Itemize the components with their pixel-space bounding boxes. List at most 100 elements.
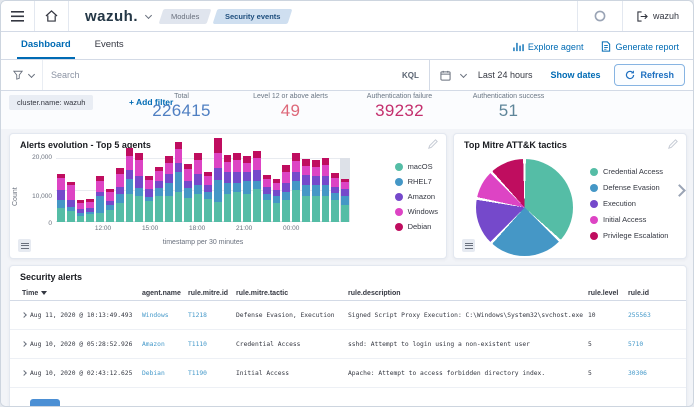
bar-column[interactable] <box>96 158 104 222</box>
col-rule-mitre-id[interactable]: rule.mitre.id <box>188 290 236 297</box>
menu-button[interactable] <box>1 1 35 31</box>
bar-column[interactable] <box>67 158 75 222</box>
bar-column[interactable] <box>214 158 222 222</box>
legend-item-initial-access[interactable]: Initial Access <box>590 215 668 224</box>
bar-column[interactable] <box>204 158 212 222</box>
stacked-bar <box>194 153 202 222</box>
bar-column[interactable] <box>341 158 349 222</box>
breadcrumb-security-events[interactable]: Security events <box>213 9 293 24</box>
time-range-value[interactable]: Last 24 hours <box>472 70 539 80</box>
legend-dot <box>590 232 598 240</box>
pagination-button[interactable] <box>30 399 60 407</box>
saved-query-menu-button[interactable] <box>1 60 43 90</box>
bar-column[interactable] <box>135 158 143 222</box>
expand-row-icon[interactable] <box>21 370 27 376</box>
legend-label: RHEL7 <box>408 177 432 186</box>
calendar-menu-button[interactable] <box>430 70 472 81</box>
bar-column[interactable] <box>282 158 290 222</box>
home-button[interactable] <box>35 1 69 31</box>
bar-column[interactable] <box>106 158 114 222</box>
logout-button[interactable]: wazuh <box>622 1 693 31</box>
stacked-bar <box>116 168 124 222</box>
bar-column[interactable] <box>86 158 94 222</box>
refresh-button[interactable]: Refresh <box>614 64 685 86</box>
col-rule-id[interactable]: rule.id <box>628 290 674 297</box>
expand-row-icon[interactable] <box>21 312 27 318</box>
mitre-id-link[interactable]: T1110 <box>188 341 236 348</box>
bar-column[interactable] <box>224 158 232 222</box>
pie-chart[interactable] <box>476 159 573 256</box>
col-rule-mitre-tactic[interactable]: rule.mitre.tactic <box>236 290 348 297</box>
bar-column[interactable] <box>322 158 330 222</box>
cell-level: 5 <box>588 370 628 377</box>
filter-pill-cluster-name[interactable]: cluster.name: wazuh <box>9 95 93 110</box>
breadcrumb-modules[interactable]: Modules <box>159 9 212 24</box>
bar-column[interactable] <box>116 158 124 222</box>
bar-column[interactable] <box>77 158 85 222</box>
search-row: KQL Last 24 hours Show dates Refresh <box>1 60 693 91</box>
bar-column[interactable] <box>57 158 65 222</box>
legend-item-defense-evasion[interactable]: Defense Evasion <box>590 183 668 192</box>
bar-column[interactable] <box>126 158 134 222</box>
bar-column[interactable] <box>165 158 173 222</box>
col-rule-level[interactable]: rule.level <box>588 290 628 297</box>
legend-item-windows[interactable]: Windows <box>395 207 438 216</box>
legend-item-privilege-escalation[interactable]: Privilege Escalation <box>590 231 668 240</box>
col-agent-name[interactable]: agent.name <box>142 290 188 297</box>
next-panel-arrow-icon[interactable] <box>673 184 686 197</box>
expand-row-icon[interactable] <box>21 341 27 347</box>
bar-column[interactable] <box>253 158 261 222</box>
bar-column[interactable] <box>312 158 320 222</box>
bar-column[interactable] <box>263 158 271 222</box>
rule-id-link[interactable]: 255563 <box>628 312 674 319</box>
kql-selector[interactable]: KQL <box>392 71 429 80</box>
legend-item-execution[interactable]: Execution <box>590 199 668 208</box>
mitre-id-link[interactable]: T1218 <box>188 312 236 319</box>
legend-item-credential-access[interactable]: Credential Access <box>590 167 668 176</box>
col-rule-description[interactable]: rule.description <box>348 290 588 297</box>
bar-column[interactable] <box>233 158 241 222</box>
health-status-button[interactable] <box>577 1 622 31</box>
search-input[interactable] <box>43 70 392 80</box>
tab-events[interactable]: Events <box>91 39 128 59</box>
edit-panel-icon[interactable] <box>668 139 678 149</box>
bar-column[interactable] <box>243 158 251 222</box>
generate-report-link[interactable]: Generate report <box>601 41 679 52</box>
bar-segment-debian <box>233 153 241 160</box>
show-dates-link[interactable]: Show dates <box>538 70 612 80</box>
tab-dashboard[interactable]: Dashboard <box>17 39 75 59</box>
bar-column[interactable] <box>145 158 153 222</box>
alerts-table-header: Time agent.name rule.mitre.id rule.mitre… <box>10 286 686 301</box>
bar-column[interactable] <box>194 158 202 222</box>
bar-segment-rhel7 <box>126 179 134 194</box>
legend-toggle-icon[interactable] <box>462 239 475 252</box>
bar-segment-debian <box>282 165 290 172</box>
legend-item-amazon[interactable]: Amazon <box>395 192 438 201</box>
agent-name-link[interactable]: Windows <box>142 312 188 319</box>
bar-segment-rhel7 <box>155 188 163 197</box>
edit-panel-icon[interactable] <box>428 139 438 149</box>
explore-agent-link[interactable]: Explore agent <box>513 42 584 52</box>
rule-id-link[interactable]: 5710 <box>628 341 674 348</box>
bar-column[interactable] <box>302 158 310 222</box>
col-time[interactable]: Time <box>22 290 142 297</box>
wazuh-logo-menu[interactable]: wazuh. <box>69 1 155 31</box>
bar-segment-windows <box>116 174 124 187</box>
legend-toggle-icon[interactable] <box>18 239 31 252</box>
bar-column[interactable] <box>273 158 281 222</box>
bar-column[interactable] <box>292 158 300 222</box>
legend-item-debian[interactable]: Debian <box>395 222 438 231</box>
rule-id-link[interactable]: 30306 <box>628 370 674 377</box>
legend-item-macos[interactable]: macOS <box>395 162 438 171</box>
bar-segment-rhel7 <box>302 185 310 196</box>
legend-item-rhel7[interactable]: RHEL7 <box>395 177 438 186</box>
bar-segment-rhel7 <box>96 196 104 213</box>
bar-column[interactable] <box>184 158 192 222</box>
bar-column[interactable] <box>155 158 163 222</box>
bar-column[interactable] <box>331 158 339 222</box>
agent-name-link[interactable]: Debian <box>142 370 188 377</box>
agent-name-link[interactable]: Amazon <box>142 341 188 348</box>
bar-column[interactable] <box>175 158 183 222</box>
mitre-id-link[interactable]: T1190 <box>188 370 236 377</box>
bar-segment-rhel7 <box>184 188 192 199</box>
